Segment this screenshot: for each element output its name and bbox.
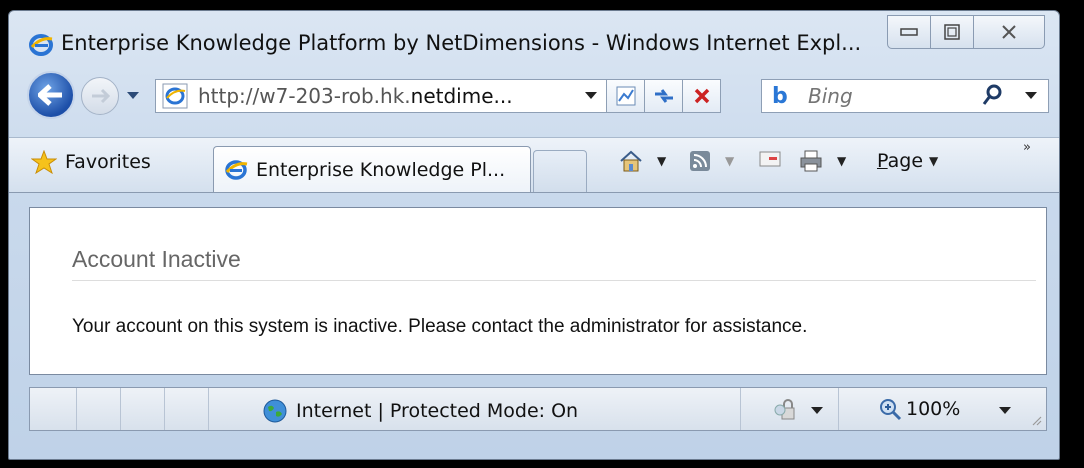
- dropdown-icon[interactable]: [125, 89, 141, 101]
- tab-enterprise-knowledge[interactable]: Enterprise Knowledge Pl...: [213, 146, 531, 192]
- url-prefix: http://w7-203-rob.hk.: [198, 84, 411, 108]
- window-controls: [887, 15, 1045, 49]
- browser-window: Enterprise Knowledge Platform by NetDime…: [8, 10, 1060, 460]
- page-menu[interactable]: Page ▼: [877, 150, 938, 172]
- read-mail-button[interactable]: [759, 150, 781, 168]
- zoom-control[interactable]: 100%: [878, 397, 960, 421]
- zoom-icon: [880, 399, 902, 421]
- home-button[interactable]: ▼: [619, 150, 666, 172]
- zoom-dropdown-icon[interactable]: [998, 406, 1012, 416]
- window-title: Enterprise Knowledge Platform by NetDime…: [61, 31, 862, 55]
- forward-button[interactable]: [81, 77, 119, 115]
- print-dropdown-icon[interactable]: ▼: [837, 154, 846, 168]
- address-dropdown-icon[interactable]: [584, 90, 598, 102]
- favorites-star-icon: [31, 150, 57, 174]
- status-divider: [740, 388, 741, 430]
- ie-logo-icon: [29, 34, 53, 56]
- stop-icon: [694, 88, 709, 104]
- search-input[interactable]: [806, 83, 970, 109]
- minimize-icon: [900, 28, 918, 36]
- url-domain: netdime...: [410, 84, 513, 108]
- status-divider: [76, 388, 77, 430]
- page-content: Account Inactive Your account on this sy…: [29, 207, 1047, 375]
- status-divider: [208, 388, 209, 430]
- ie-page-icon: [162, 83, 188, 109]
- tab-label: Enterprise Knowledge Pl...: [256, 158, 506, 181]
- search-icon[interactable]: [982, 84, 1002, 106]
- search-box[interactable]: b: [761, 79, 1049, 113]
- favorites-bar: Favorites Enterprise Knowledge Pl... ▼ ▼…: [9, 137, 1059, 193]
- favorites-label: Favorites: [65, 151, 151, 173]
- globe-icon: [263, 399, 287, 423]
- resize-grip-icon[interactable]: [1030, 414, 1042, 426]
- zone-text: Internet | Protected Mode: On: [296, 400, 579, 422]
- security-icon[interactable]: [774, 398, 800, 422]
- search-options-dropdown-icon[interactable]: [1024, 90, 1038, 102]
- print-icon: [800, 150, 822, 172]
- refresh-icon: [654, 89, 673, 103]
- feeds-dropdown-icon[interactable]: ▼: [725, 154, 734, 168]
- home-dropdown-icon[interactable]: ▼: [657, 154, 666, 168]
- page-heading: Account Inactive: [72, 246, 241, 272]
- address-bar[interactable]: http://w7-203-rob.hk.netdime...: [155, 79, 607, 113]
- feeds-icon: [690, 151, 710, 171]
- status-bar: Internet | Protected Mode: On 100%: [29, 387, 1047, 431]
- compat-view-icon: [616, 86, 635, 106]
- print-button[interactable]: ▼: [799, 150, 846, 172]
- back-button[interactable]: [27, 71, 75, 119]
- page-menu-access-key: P: [877, 150, 888, 172]
- ie-logo-icon: [225, 159, 248, 180]
- feeds-button[interactable]: ▼: [689, 150, 734, 172]
- close-icon: [1002, 25, 1016, 39]
- page-menu-rest: age: [887, 150, 924, 172]
- maximize-button[interactable]: [930, 15, 974, 49]
- status-divider: [164, 388, 165, 430]
- inactive-account-message: Your account on this system is inactive.…: [72, 316, 808, 337]
- favorites-button[interactable]: Favorites: [31, 150, 151, 174]
- security-dropdown-icon[interactable]: [810, 406, 824, 416]
- mail-icon: [759, 151, 781, 167]
- stop-button[interactable]: [683, 79, 721, 113]
- heading-divider: [72, 280, 1036, 281]
- back-arrow-icon: [38, 84, 62, 106]
- status-divider: [838, 388, 839, 430]
- close-button[interactable]: [973, 15, 1045, 49]
- refresh-button[interactable]: [645, 79, 683, 113]
- zoom-level: 100%: [906, 398, 961, 420]
- security-zone[interactable]: Internet | Protected Mode: On: [262, 398, 578, 424]
- address-bar-buttons: [607, 79, 721, 113]
- home-icon: [620, 150, 642, 172]
- compatibility-view-button[interactable]: [607, 79, 645, 113]
- address-url[interactable]: http://w7-203-rob.hk.netdime...: [198, 84, 513, 108]
- maximize-icon: [944, 24, 960, 40]
- page-dropdown-icon: ▼: [929, 154, 939, 168]
- forward-arrow-icon: [92, 88, 111, 104]
- navigation-bar: http://w7-203-rob.hk.netdime... b: [9, 67, 1059, 125]
- bing-logo-icon: b: [772, 84, 788, 109]
- title-bar: Enterprise Knowledge Platform by NetDime…: [9, 11, 1059, 65]
- new-tab-button[interactable]: [533, 150, 587, 192]
- status-divider: [120, 388, 121, 430]
- page-menu-label: Page: [877, 150, 923, 172]
- minimize-button[interactable]: [887, 15, 931, 49]
- toolbar-overflow-icon[interactable]: »: [1023, 140, 1031, 155]
